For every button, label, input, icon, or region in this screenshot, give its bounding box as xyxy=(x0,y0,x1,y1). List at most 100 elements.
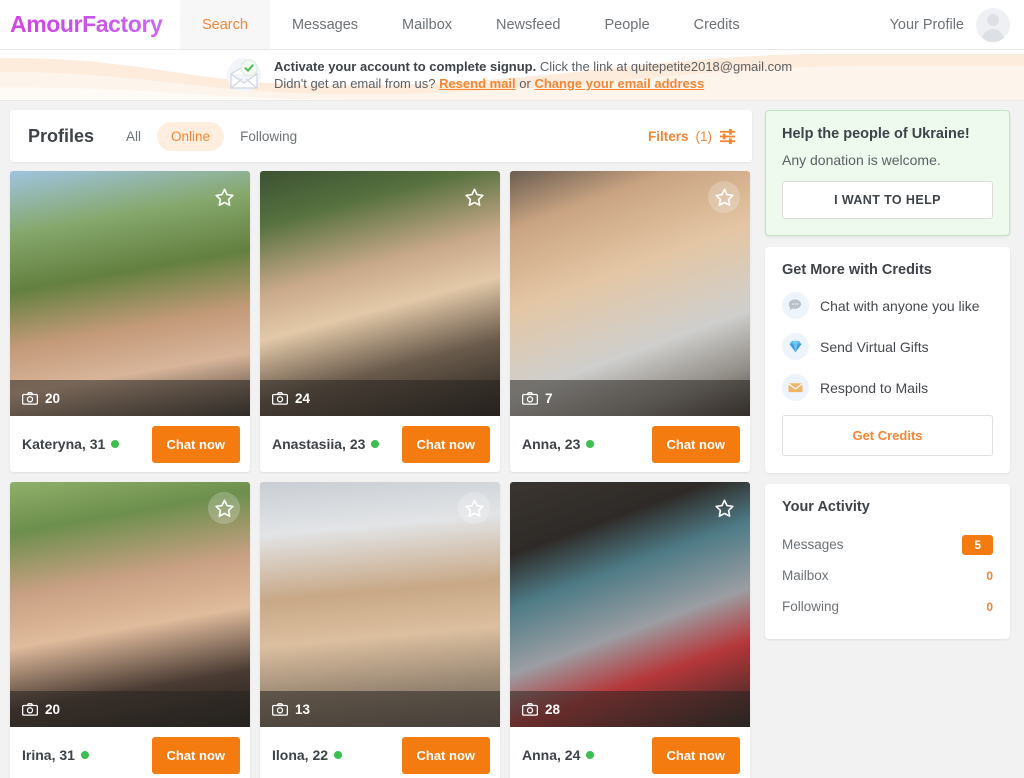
camera-icon xyxy=(22,391,38,405)
profile-card[interactable]: 20 Kateryna, 31 Chat now xyxy=(10,171,250,472)
activity-row[interactable]: Following 0 xyxy=(782,591,993,622)
banner-line-2: Didn't get an email from us? Resend mail… xyxy=(274,75,792,92)
profile-name-text: Anastasiia, 23 xyxy=(272,436,366,452)
profile-card[interactable]: 24 Anastasiia, 23 Chat now xyxy=(260,171,500,472)
profile-name-text: Anna, 24 xyxy=(522,747,581,763)
filters-label: Filters xyxy=(647,128,689,144)
chat-now-button[interactable]: Chat now xyxy=(651,736,740,774)
activity-row-value: 0 xyxy=(986,599,993,614)
profile-card[interactable]: 28 Anna, 24 Chat now xyxy=(510,482,750,778)
camera-icon xyxy=(522,702,538,716)
photo-count-badge: 24 xyxy=(260,380,500,416)
diamond-icon xyxy=(782,333,809,360)
activity-row[interactable]: Messages 5 xyxy=(782,529,993,560)
get-credits-card: Get More with Credits Chat with anyone y… xyxy=(765,247,1010,473)
photo-count-value: 20 xyxy=(45,390,61,406)
banner-line-1: Activate your account to complete signup… xyxy=(274,58,792,75)
profile-name-text: Ilona, 22 xyxy=(272,747,329,763)
profile-photo[interactable]: 20 xyxy=(10,482,250,727)
photo-count-badge: 13 xyxy=(260,691,500,727)
profile-card-footer: Anna, 24 Chat now xyxy=(510,727,750,778)
favorite-star-icon[interactable] xyxy=(208,181,240,213)
profile-card-footer: Kateryna, 31 Chat now xyxy=(10,416,250,472)
favorite-star-icon[interactable] xyxy=(458,181,490,213)
your-activity-card: Your Activity Messages 5 Mailbox 0 Following… xyxy=(765,484,1010,639)
tab-all[interactable]: All xyxy=(112,122,155,151)
mail-envelope-icon xyxy=(782,374,809,401)
sliders-icon xyxy=(719,128,736,145)
credits-perk-label: Chat with anyone you like xyxy=(820,297,980,314)
favorite-star-icon[interactable] xyxy=(708,492,740,524)
photo-count-badge: 28 xyxy=(510,691,750,727)
activity-title: Your Activity xyxy=(782,499,870,515)
online-status-dot xyxy=(111,440,120,448)
get-credits-button[interactable]: Get Credits xyxy=(782,415,993,456)
profile-photo[interactable]: 24 xyxy=(260,171,500,416)
profile-name-age: Anastasiia, 23 xyxy=(272,436,380,452)
online-status-dot xyxy=(586,440,595,448)
camera-icon xyxy=(22,702,38,716)
nav-search[interactable]: Search xyxy=(180,0,270,49)
favorite-star-icon[interactable] xyxy=(458,492,490,524)
chat-now-button[interactable]: Chat now xyxy=(401,736,490,774)
photo-count-badge: 20 xyxy=(10,380,250,416)
profile-card[interactable]: 7 Anna, 23 Chat now xyxy=(510,171,750,472)
chat-now-button[interactable]: Chat now xyxy=(151,425,240,463)
change-email-link[interactable]: Change your email address xyxy=(534,76,704,91)
profile-name-age: Anna, 23 xyxy=(522,436,595,452)
filters-button[interactable]: Filters (1) xyxy=(648,128,736,145)
i-want-to-help-button[interactable]: I WANT TO HELP xyxy=(782,181,993,219)
nav-messages[interactable]: Messages xyxy=(270,0,380,49)
profile-card[interactable]: 20 Irina, 31 Chat now xyxy=(10,482,250,778)
tab-online[interactable]: Online xyxy=(157,121,225,151)
online-status-dot xyxy=(586,751,595,759)
your-profile-label[interactable]: Your Profile xyxy=(890,17,964,33)
page-body: Profiles All Online Following Filters (1) xyxy=(0,101,1024,778)
activity-row-label: Mailbox xyxy=(782,568,829,583)
chat-now-button[interactable]: Chat now xyxy=(651,425,740,463)
nav-people[interactable]: People xyxy=(583,0,672,49)
credits-title: Get More with Credits xyxy=(782,262,932,278)
profile-name-text: Irina, 31 xyxy=(22,747,75,763)
site-logo[interactable]: AmourFactory xyxy=(0,0,180,49)
ukraine-subtitle: Any donation is welcome. xyxy=(782,152,941,168)
banner-line2-prefix: Didn't get an email from us? xyxy=(274,76,440,91)
profile-name-text: Kateryna, 31 xyxy=(22,436,106,452)
profile-card[interactable]: 13 Ilona, 22 Chat now xyxy=(260,482,500,778)
page-title: Profiles xyxy=(28,125,95,146)
resend-mail-link[interactable]: Resend mail xyxy=(439,76,516,91)
profile-tabs: All Online Following xyxy=(112,121,311,151)
tab-following[interactable]: Following xyxy=(226,122,311,151)
online-status-dot xyxy=(334,751,343,759)
profile-photo[interactable]: 20 xyxy=(10,171,250,416)
credits-perk-row: Chat with anyone you like xyxy=(782,292,993,319)
chat-now-button[interactable]: Chat now xyxy=(401,425,490,463)
profile-photo[interactable]: 7 xyxy=(510,171,750,416)
ukraine-title: Help the people of Ukraine! xyxy=(782,126,970,142)
profile-name-age: Kateryna, 31 xyxy=(22,436,120,452)
profile-card-footer: Irina, 31 Chat now xyxy=(10,727,250,778)
activity-rows: Messages 5 Mailbox 0 Following 0 xyxy=(782,529,993,622)
profile-name-age: Ilona, 22 xyxy=(272,747,343,763)
profiles-toolbar: Profiles All Online Following Filters (1) xyxy=(10,110,752,162)
ukraine-donation-card: Help the people of Ukraine! Any donation… xyxy=(765,110,1010,236)
nav-credits[interactable]: Credits xyxy=(672,0,762,49)
profile-card-footer: Anna, 23 Chat now xyxy=(510,416,750,472)
photo-count-value: 13 xyxy=(295,701,311,717)
profile-photo[interactable]: 13 xyxy=(260,482,500,727)
banner-text: Activate your account to complete signup… xyxy=(274,58,792,92)
profile-name-age: Irina, 31 xyxy=(22,747,89,763)
user-avatar-placeholder-icon[interactable] xyxy=(976,7,1010,42)
profile-photo[interactable]: 28 xyxy=(510,482,750,727)
favorite-star-icon[interactable] xyxy=(208,492,240,524)
favorite-star-icon[interactable] xyxy=(708,181,740,213)
photo-count-badge: 20 xyxy=(10,691,250,727)
banner-line1-rest: Click the link at quitepetite2018@gmail.… xyxy=(536,59,793,74)
chat-now-button[interactable]: Chat now xyxy=(151,736,240,774)
activity-row[interactable]: Mailbox 0 xyxy=(782,560,993,591)
nav-newsfeed[interactable]: Newsfeed xyxy=(474,0,582,49)
photo-count-value: 24 xyxy=(295,390,311,406)
nav-mailbox[interactable]: Mailbox xyxy=(380,0,474,49)
activity-row-value: 5 xyxy=(962,534,993,555)
profile-area[interactable]: Your Profile xyxy=(890,0,1024,49)
